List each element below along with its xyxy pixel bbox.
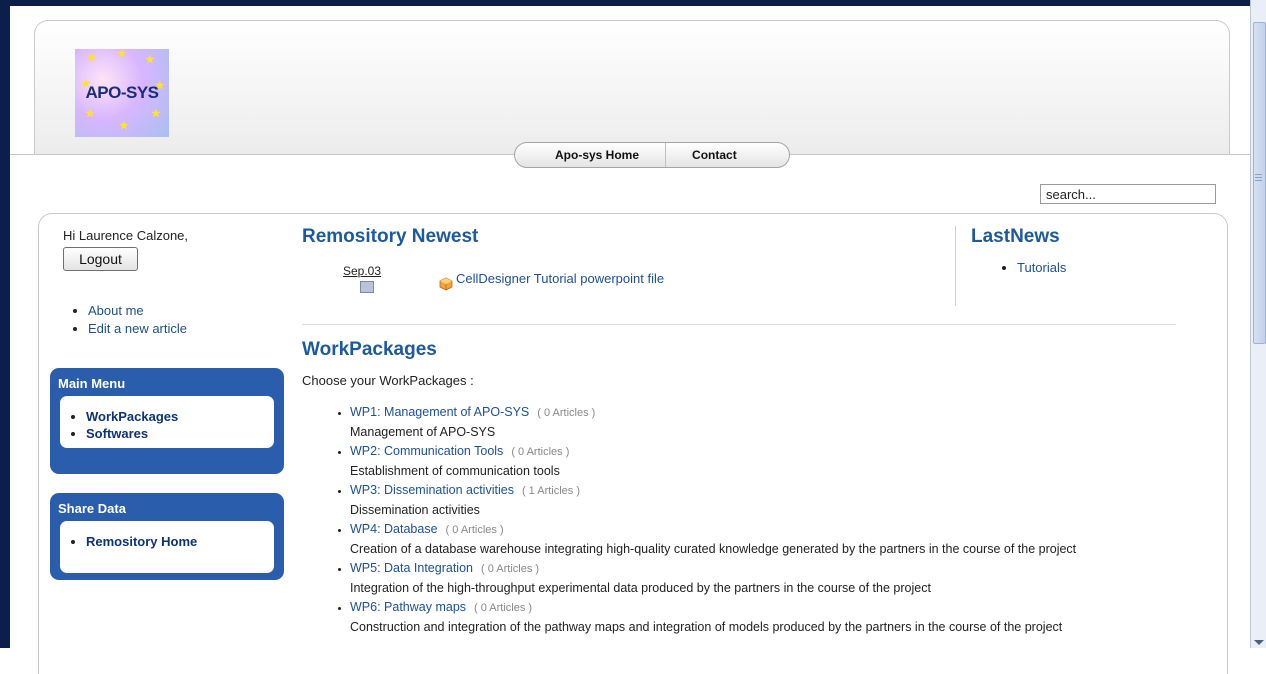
list-item: WP6: Pathway maps ( 0 Articles ) Construc… (350, 598, 1210, 637)
list-item: Remository Home (86, 533, 274, 550)
workpackages-title: WorkPackages (302, 339, 437, 360)
article-count: ( 0 Articles ) (537, 407, 596, 419)
article-count: ( 0 Articles ) (511, 446, 570, 458)
search-input[interactable] (1040, 184, 1216, 204)
calendar-icon (360, 281, 374, 293)
star-icon: ★ (119, 120, 129, 132)
wp-link[interactable]: WP3: Dissemination activities (350, 483, 514, 497)
wp-description: Integration of the high-throughput exper… (350, 581, 931, 595)
list-item: WP5: Data Integration ( 0 Articles ) Inte… (350, 559, 1210, 598)
star-icon: ★ (151, 108, 161, 120)
star-icon: ★ (117, 48, 127, 60)
page: ★ ★ ★ ★ ★ ★ ★ ★ APO-SYS Apo-sys Home Con… (10, 6, 1250, 674)
main-menu-title: Main Menu (58, 376, 126, 391)
nav-contact[interactable]: Contact (666, 143, 763, 167)
list-item: WP3: Dissemination activities ( 1 Article… (350, 481, 1210, 520)
article-count: ( 1 Articles ) (521, 485, 581, 497)
logout-button[interactable]: Logout (63, 247, 138, 271)
workpackages-list: WP1: Management of APO-SYS ( 0 Articles )… (332, 403, 1210, 637)
menu-item-workpackages[interactable]: WorkPackages (86, 409, 178, 424)
site-header: ★ ★ ★ ★ ★ ★ ★ ★ APO-SYS (34, 20, 1230, 155)
list-item: WorkPackages (86, 408, 274, 425)
wp-link[interactable]: WP6: Pathway maps (350, 600, 466, 614)
list-item: Softwares (86, 425, 274, 442)
remository-file-link[interactable]: CellDesigner Tutorial powerpoint file (456, 271, 664, 286)
wp-link[interactable]: WP1: Management of APO-SYS (350, 405, 529, 419)
list-item: WP4: Database ( 0 Articles ) Creation of … (350, 520, 1210, 559)
file-package-icon (439, 277, 453, 291)
wp-link[interactable]: WP5: Data Integration (350, 561, 473, 575)
share-data-title: Share Data (58, 501, 126, 516)
wp-description: Construction and integration of the path… (350, 620, 1063, 634)
about-me-link[interactable]: About me (88, 303, 144, 318)
main-menu-module: Main Menu WorkPackages Softwares (50, 368, 284, 474)
user-greeting: Hi Laurence Calzone, (63, 228, 189, 243)
list-item: WP2: Communication Tools ( 0 Articles ) E… (350, 442, 1210, 481)
top-navigation: Apo-sys Home Contact (514, 142, 790, 168)
site-logo[interactable]: ★ ★ ★ ★ ★ ★ ★ ★ APO-SYS (75, 49, 169, 137)
wp-description: Dissemination activities (350, 503, 480, 517)
lastnews-title: LastNews (971, 226, 1060, 247)
list-item: About me (88, 302, 187, 320)
logo-text: APO-SYS (85, 83, 159, 102)
user-links: About me Edit a new article (68, 302, 187, 338)
wp-link[interactable]: WP4: Database (350, 522, 438, 536)
lastnews-tutorials-link[interactable]: Tutorials (1017, 260, 1066, 275)
scroll-down-arrow-icon[interactable] (1254, 640, 1264, 645)
main-menu-body: WorkPackages Softwares (60, 396, 274, 448)
nav-apo-sys-home[interactable]: Apo-sys Home (515, 143, 665, 167)
star-icon: ★ (87, 52, 97, 64)
vertical-scrollbar[interactable] (1250, 0, 1266, 648)
edit-article-link[interactable]: Edit a new article (88, 321, 187, 336)
article-count: ( 0 Articles ) (445, 524, 504, 536)
list-item: WP1: Management of APO-SYS ( 0 Articles )… (350, 403, 1210, 442)
column-divider (955, 226, 956, 306)
menu-item-softwares[interactable]: Softwares (86, 426, 148, 441)
workpackages-intro: Choose your WorkPackages : (302, 373, 474, 388)
star-icon: ★ (145, 54, 155, 66)
star-icon: ★ (85, 108, 95, 120)
share-data-body: Remository Home (60, 521, 274, 573)
section-divider (302, 324, 1176, 325)
scrollbar-thumb[interactable] (1253, 22, 1266, 344)
article-count: ( 0 Articles ) (480, 563, 540, 575)
wp-description: Management of APO-SYS (350, 425, 496, 439)
remository-title: Remository Newest (302, 226, 479, 247)
wp-description: Creation of a database warehouse integra… (350, 542, 1077, 556)
article-count: ( 0 Articles ) (474, 602, 533, 614)
lastnews-list: Tutorials (999, 260, 1066, 275)
share-data-module: Share Data Remository Home (50, 493, 284, 580)
menu-item-remository-home[interactable]: Remository Home (86, 534, 197, 549)
wp-link[interactable]: WP2: Communication Tools (350, 444, 503, 458)
list-item: Edit a new article (88, 320, 187, 338)
list-item: Tutorials (1017, 260, 1066, 275)
remository-date[interactable]: Sep.03 (343, 264, 381, 278)
scrollbar-grip-icon (1255, 174, 1262, 175)
wp-description: Establishment of communication tools (350, 464, 560, 478)
window-frame-left (0, 0, 10, 648)
